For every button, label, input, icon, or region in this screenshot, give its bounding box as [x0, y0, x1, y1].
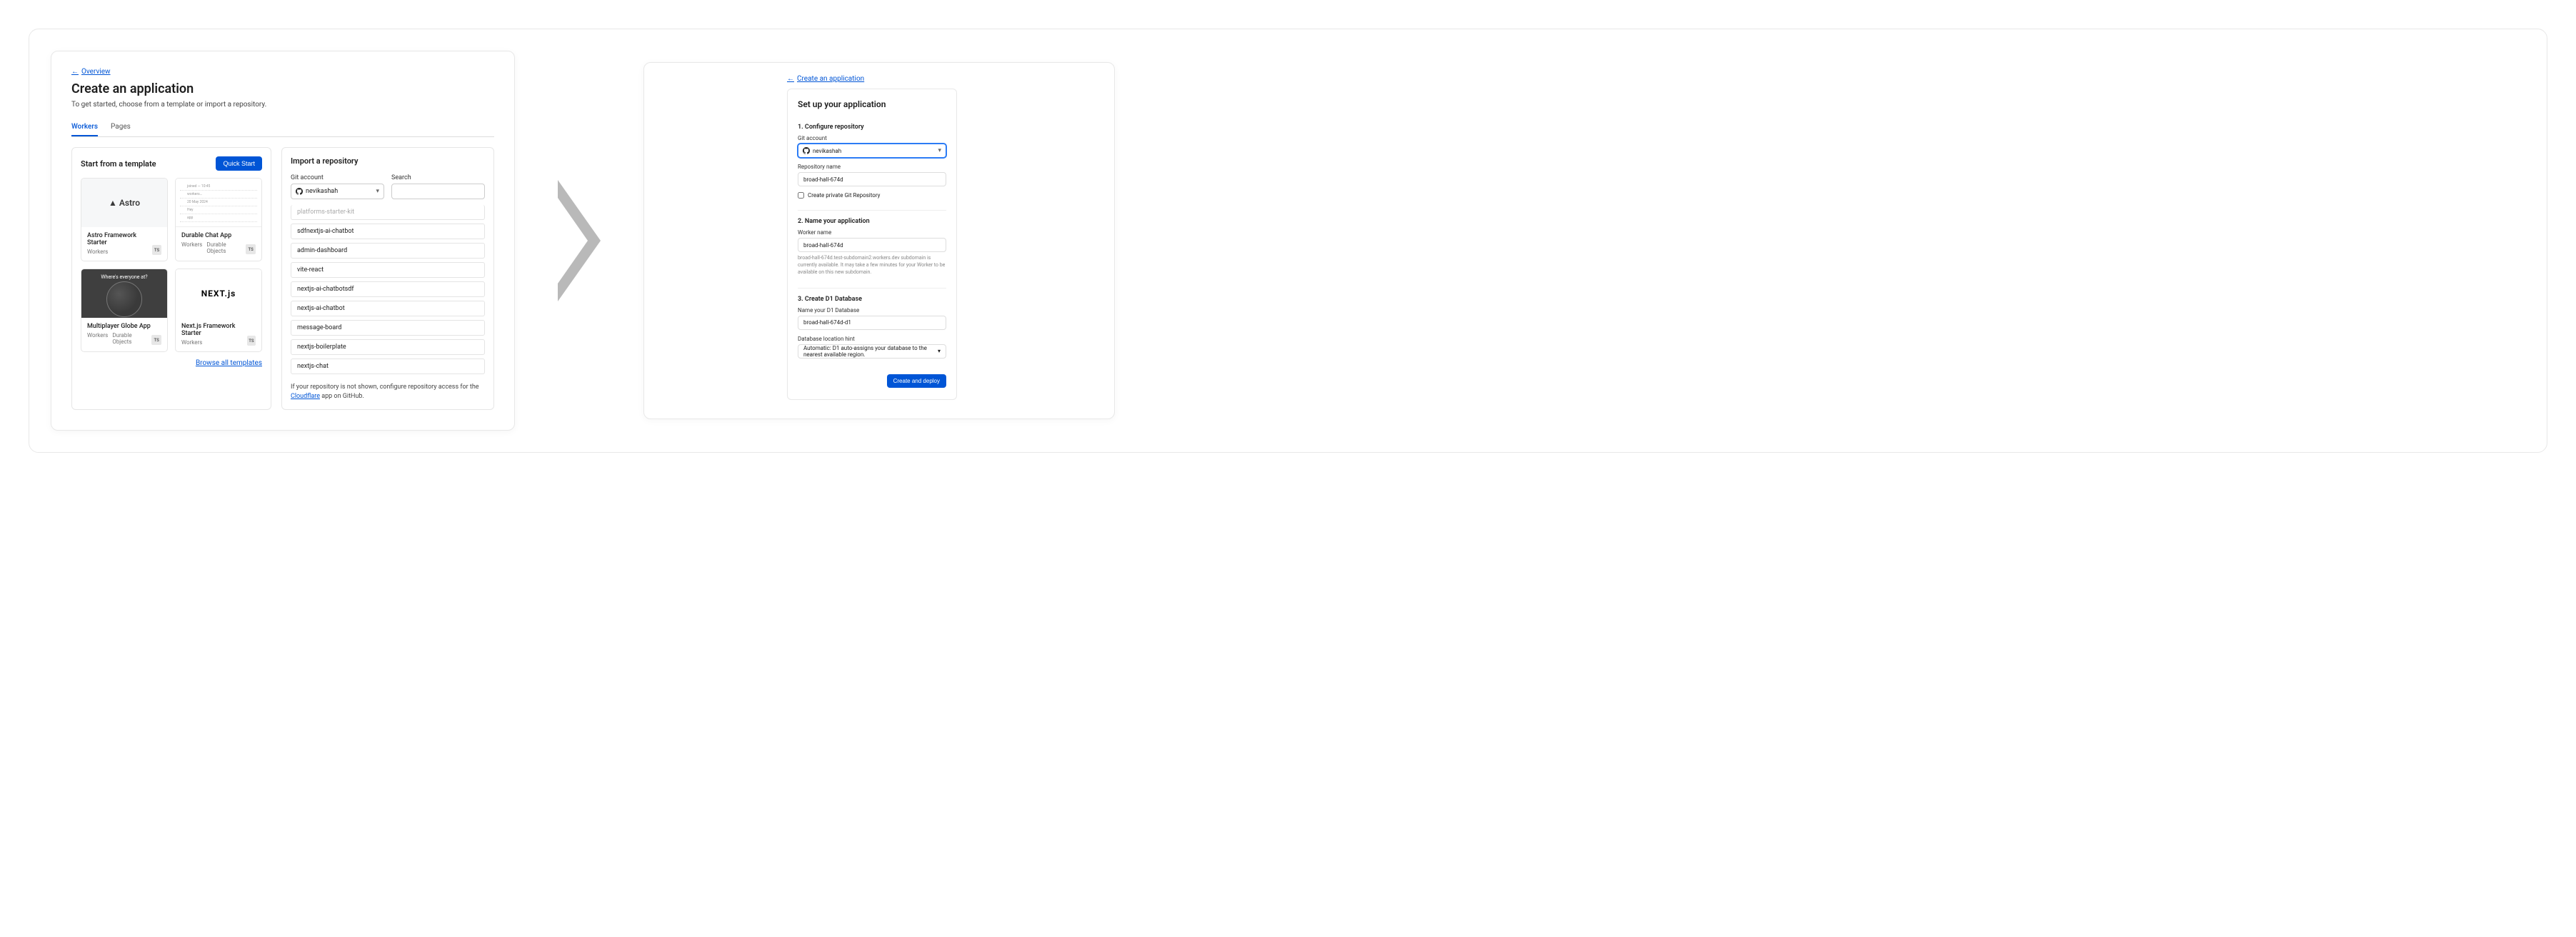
templates-title: Start from a template — [81, 159, 156, 169]
nextjs-logo-thumb: NEXT.js — [176, 269, 261, 318]
template-card-next[interactable]: NEXT.js Next.js Framework Starter Worker… — [175, 269, 262, 352]
ts-badge-icon: TS — [151, 335, 161, 345]
create-application-panel: ← Overview Create an application To get … — [51, 51, 515, 431]
chevron-down-icon: ▾ — [938, 147, 941, 154]
create-and-deploy-button[interactable]: Create and deploy — [887, 374, 946, 388]
repo-list: platforms-starter-kit sdfnextjs-ai-chatb… — [291, 206, 485, 374]
tab-bar: Workers Pages — [71, 119, 494, 137]
back-link-label: Create an application — [797, 75, 864, 83]
worker-name-label: Worker name — [798, 229, 946, 236]
ts-badge-icon: TS — [246, 244, 256, 254]
arrow-left-icon: ← — [787, 75, 794, 83]
template-card-astro[interactable]: ▲ Astro Astro Framework Starter Workers … — [81, 178, 168, 261]
template-name: Next.js Framework Starter — [181, 323, 247, 337]
db-name-label: Name your D1 Database — [798, 307, 946, 314]
ts-badge-icon: TS — [152, 245, 161, 255]
template-name: Multiplayer Globe App — [87, 323, 151, 330]
globe-icon — [106, 281, 142, 317]
chevron-right-icon — [558, 180, 601, 301]
setup-application-panel: ← Create an application Set up your appl… — [643, 62, 1115, 419]
globe-thumb: Where's everyone at? — [81, 269, 167, 318]
search-input[interactable] — [391, 184, 485, 199]
repo-item[interactable]: vite-react — [291, 262, 485, 278]
git-account-label: Git account — [291, 174, 384, 181]
step1-heading: 1. Configure repository — [798, 124, 946, 131]
github-icon — [296, 188, 303, 195]
astro-logo-thumb: ▲ Astro — [81, 179, 167, 227]
template-card-globe[interactable]: Where's everyone at? Multiplayer Globe A… — [81, 269, 168, 352]
repo-item[interactable]: platforms-starter-kit — [291, 205, 485, 220]
repo-item[interactable]: nextjs-boilerplate — [291, 339, 485, 355]
back-link-label: Overview — [81, 68, 111, 76]
search-label: Search — [391, 174, 485, 181]
db-name-input[interactable]: broad-hall-674d-d1 — [798, 316, 946, 330]
repo-item[interactable]: nextjs-ai-chatbotsdf — [291, 281, 485, 297]
tab-workers[interactable]: Workers — [71, 119, 98, 136]
template-name: Durable Chat App — [181, 232, 246, 239]
private-repo-checkbox-input[interactable] — [798, 192, 804, 199]
repo-item[interactable]: nextjs-ai-chatbot — [291, 301, 485, 316]
templates-card: Start from a template Quick Start ▲ Astr… — [71, 147, 271, 410]
cloudflare-app-link[interactable]: Cloudflare — [291, 393, 320, 400]
ts-badge-icon: TS — [247, 336, 256, 346]
repo-access-footnote: If your repository is not shown, configu… — [291, 383, 485, 401]
step2-heading: 2. Name your application — [798, 218, 946, 225]
repo-item[interactable]: message-board — [291, 320, 485, 336]
git-account-select[interactable]: nevikashah ▾ — [291, 184, 384, 199]
back-to-overview-link[interactable]: ← Overview — [71, 68, 111, 76]
arrow-left-icon: ← — [71, 68, 79, 76]
import-repo-card: Import a repository Git account nevikash… — [281, 147, 494, 410]
browse-all-templates-link[interactable]: Browse all templates — [196, 359, 262, 367]
flow-arrow — [558, 180, 601, 301]
repo-item[interactable]: admin-dashboard — [291, 243, 485, 259]
repo-name-label: Repository name — [798, 164, 946, 170]
step3-heading: 3. Create D1 Database — [798, 296, 946, 303]
github-icon — [803, 147, 810, 154]
setup-title: Set up your application — [798, 99, 946, 109]
quick-start-button[interactable]: Quick Start — [216, 156, 262, 171]
template-name: Astro Framework Starter — [87, 232, 152, 246]
chat-thumb: joined — 10:45 workers… 20 May 2024 Hey … — [176, 179, 261, 227]
back-to-create-link[interactable]: ← Create an application — [787, 75, 864, 83]
repo-item[interactable]: nextjs-chat — [291, 359, 485, 374]
chevron-down-icon: ▾ — [376, 188, 379, 195]
template-card-durable-chat[interactable]: joined — 10:45 workers… 20 May 2024 Hey … — [175, 178, 262, 261]
page-title: Create an application — [71, 81, 494, 96]
page-subtitle: To get started, choose from a template o… — [71, 101, 494, 109]
git-account-select[interactable]: nevikashah ▾ — [798, 144, 946, 158]
db-location-label: Database location hint — [798, 336, 946, 342]
worker-name-help: broad-hall-674d.test-subdomain2.workers.… — [798, 255, 946, 276]
git-account-label: Git account — [798, 135, 946, 141]
import-title: Import a repository — [291, 156, 485, 166]
git-account-value: nevikashah — [813, 148, 841, 154]
worker-name-input[interactable]: broad-hall-674d — [798, 238, 946, 252]
git-account-value: nevikashah — [306, 188, 338, 195]
repo-item[interactable]: sdfnextjs-ai-chatbot — [291, 224, 485, 239]
tab-pages[interactable]: Pages — [111, 119, 131, 136]
db-location-select[interactable]: Automatic: D1 auto-assigns your database… — [798, 344, 946, 359]
private-repo-checkbox[interactable]: Create private Git Repository — [798, 192, 946, 199]
repo-name-input[interactable]: broad-hall-674d — [798, 172, 946, 186]
chevron-down-icon: ▾ — [938, 348, 941, 354]
